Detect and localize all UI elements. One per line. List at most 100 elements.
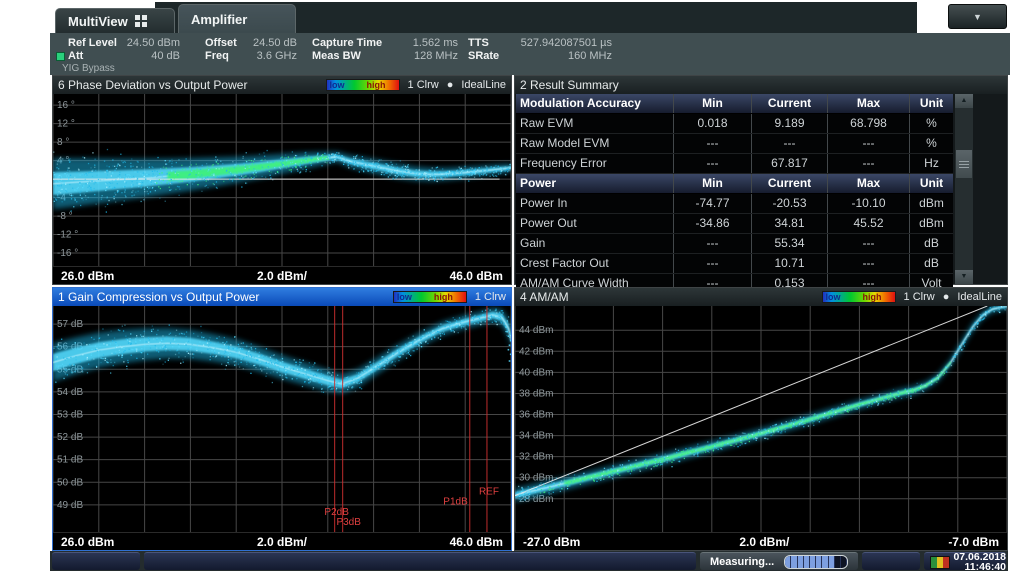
panel-phase-title: 6 Phase Deviation vs Output Power [58,78,247,92]
x-axis-stop: -7.0 dBm [948,535,999,549]
x-axis-scale: 2.0 dBm/ [257,269,307,283]
tts-label: TTS [468,37,489,49]
table-row: Raw EVM0.0189.18968.798% [516,114,953,134]
svg-text:38 dBm: 38 dBm [519,388,553,399]
row-value: 34.81 [751,214,827,233]
svg-text:57 dB: 57 dB [57,319,83,330]
section-title: Modulation Accuracy [516,94,673,113]
svg-text:-12 °: -12 ° [57,230,78,241]
svg-text:REF: REF [479,486,499,497]
row-label: Power Out [516,214,673,233]
trace-label: 1 Clrw [904,291,935,303]
scroll-up-icon[interactable]: ▲ [955,94,973,108]
field-freq[interactable]: Freq 3.6 GHz [205,50,297,62]
field-ref-level[interactable]: Ref Level 24.50 dBm [68,37,180,49]
row-value: Hz [909,154,953,173]
status-segment [862,552,920,570]
row-value: --- [827,234,909,253]
tab-amplifier[interactable]: Amplifier [178,4,296,33]
amam-plot[interactable]: 44 dBm42 dBm40 dBm38 dBm36 dBm34 dBm32 d… [515,306,1007,532]
colorbar-high-label: high [367,80,386,90]
tab-multiview[interactable]: MultiView [55,8,175,33]
svg-text:40 dBm: 40 dBm [519,367,553,378]
status-time: 11:46:40 [936,562,1006,572]
row-value: % [909,134,953,153]
row-value: 55.34 [751,234,827,253]
ideal-line-label: IdealLine [957,291,1002,303]
field-meas-bw[interactable]: Meas BW 128 MHz [312,50,458,62]
tab-overflow-button[interactable]: ▼ [948,4,1007,29]
multiview-grid-icon [135,15,147,27]
colorbar-high-label: high [863,292,882,302]
colorbar-high-label: high [434,292,453,302]
freq-label: Freq [205,50,229,62]
row-value: --- [827,134,909,153]
svg-text:16 °: 16 ° [57,100,75,111]
field-capture-time[interactable]: Capture Time 1.562 ms [312,37,458,49]
table-row: Power In-74.77-20.53-10.10dBm [516,194,953,214]
density-colorbar: low high [326,79,400,91]
section-title: Power [516,174,673,193]
row-value: dB [909,254,953,273]
row-value: 67.817 [751,154,827,173]
freq-value: 3.6 GHz [257,50,297,62]
att-label: Att [68,50,83,62]
row-value: -10.10 [827,194,909,213]
phase-deviation-plot[interactable]: 16 °12 °8 °4 °0 °-4 °-8 °-12 °-16 ° [53,94,511,266]
field-att[interactable]: Att 40 dB [68,50,180,62]
status-bar: Measuring... 07.06.2018 11:46:40 [50,551,1008,571]
column-header: Unit [909,94,953,113]
trace-label: 1 Clrw [475,291,506,303]
field-tts[interactable]: TTS 527.942087501 µs [468,37,612,49]
density-colorbar: low high [822,291,896,303]
srate-value: 160 MHz [568,50,612,62]
channel-info-bar: Ref Level 24.50 dBm Att 40 dB Offset 24.… [50,33,1010,75]
ref-level-value: 24.50 dBm [127,37,180,49]
measuring-segment: Measuring... [700,552,858,570]
panel-amam-title: 4 AM/AM [520,290,569,304]
panel-gain-title-bar[interactable]: 1 Gain Compression vs Output Power low h… [53,288,511,306]
table-row: Raw Model EVM---------% [516,134,953,154]
table-scrollbar[interactable]: ▲ ▼ [955,94,973,284]
svg-text:44 dBm: 44 dBm [519,325,553,336]
status-segment [52,552,140,570]
svg-text:P3dB: P3dB [336,517,361,528]
row-value: -34.86 [673,214,751,233]
att-indicator [56,52,65,61]
instrument-screen: MultiView Amplifier ▼ Ref Level 24.50 dB… [50,2,1010,573]
row-value: 68.798 [827,114,909,133]
panel-phase-title-bar[interactable]: 6 Phase Deviation vs Output Power low hi… [53,76,511,94]
x-axis-start: 26.0 dBm [61,269,114,283]
field-srate[interactable]: SRate 160 MHz [468,50,612,62]
panel-gain-title: 1 Gain Compression vs Output Power [58,290,259,304]
svg-text:36 dBm: 36 dBm [519,410,553,421]
capture-time-value: 1.562 ms [413,37,458,49]
row-value: -74.77 [673,194,751,213]
svg-text:34 dBm: 34 dBm [519,431,553,442]
table-row: Frequency Error---67.817---Hz [516,154,953,174]
row-value: % [909,114,953,133]
svg-text:51 dB: 51 dB [57,455,83,466]
scroll-down-icon[interactable]: ▼ [955,270,973,284]
scrollbar-thumb[interactable] [956,150,972,178]
row-value: 10.71 [751,254,827,273]
gain-compression-plot[interactable]: 57 dB56 dB55 dB54 dB53 dB52 dB51 dB50 dB… [53,306,511,532]
row-value: 9.189 [751,114,827,133]
yig-bypass-note: YIG Bypass [62,63,115,74]
row-value: dBm [909,194,953,213]
svg-text:12 °: 12 ° [57,119,75,130]
row-label: Power In [516,194,673,213]
panel-amam-title-bar[interactable]: 4 AM/AM low high 1 Clrw ● IdealLine [515,288,1007,306]
meas-bw-label: Meas BW [312,50,361,62]
svg-text:42 dBm: 42 dBm [519,346,553,357]
ideal-line-bullet: ● [943,291,950,303]
density-colorbar: low high [393,291,467,303]
field-offset[interactable]: Offset 24.50 dB [205,37,297,49]
row-value: 45.52 [827,214,909,233]
panel-summary-title-bar[interactable]: 2 Result Summary [515,76,1007,94]
row-label: Gain [516,234,673,253]
row-value: -20.53 [751,194,827,213]
panel-amam: 4 AM/AM low high 1 Clrw ● IdealLine 44 d… [514,287,1008,551]
chevron-down-icon: ▼ [973,12,982,22]
column-header: Unit [909,174,953,193]
